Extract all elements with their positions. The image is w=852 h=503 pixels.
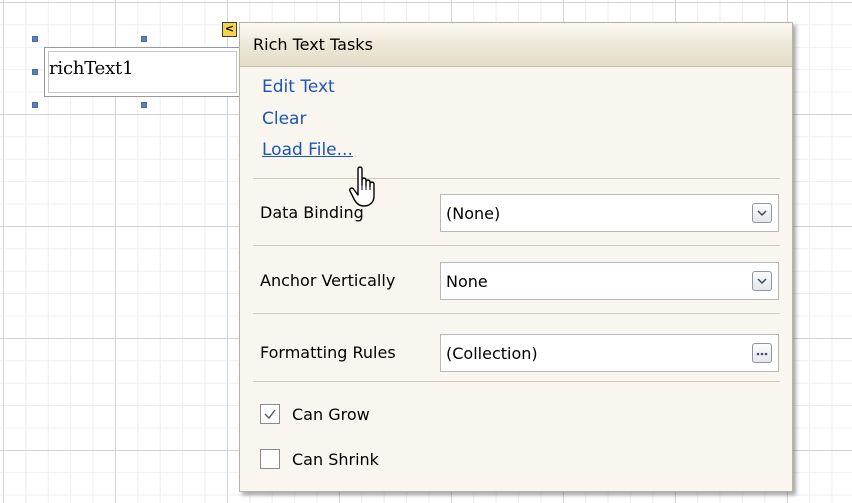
rich-text-tasks-panel: Rich Text Tasks Edit Text Clear Load Fil…: [239, 22, 793, 492]
formatting-rules-value: (Collection): [446, 344, 538, 363]
chevron-down-icon[interactable]: [752, 271, 772, 291]
hand-pointer-cursor-icon: [349, 166, 375, 207]
can-grow-label: Can Grow: [292, 405, 370, 424]
selection-handle-top-middle[interactable]: [141, 36, 147, 42]
data-binding-value: (None): [446, 204, 501, 223]
clear-link[interactable]: Clear: [262, 109, 306, 129]
can-shrink-checkbox[interactable]: [260, 449, 280, 469]
rich-text-control[interactable]: richText1: [44, 47, 241, 97]
can-grow-checkbox[interactable]: [260, 404, 280, 424]
edit-text-link[interactable]: Edit Text: [262, 77, 335, 97]
ellipsis-icon[interactable]: [752, 343, 772, 363]
separator: [253, 245, 780, 246]
separator: [253, 381, 780, 382]
selection-handle-top-left[interactable]: [32, 36, 38, 42]
chevron-down-icon[interactable]: [752, 203, 772, 223]
selection-handle-middle-left[interactable]: [32, 69, 38, 75]
selection-handle-bottom-middle[interactable]: [141, 102, 147, 108]
separator: [253, 313, 780, 314]
formatting-rules-label: Formatting Rules: [260, 343, 396, 362]
anchor-vertically-label: Anchor Vertically: [260, 271, 396, 290]
load-file-link[interactable]: Load File...: [262, 140, 353, 160]
anchor-vertically-value: None: [446, 272, 488, 291]
smart-tag-button[interactable]: <: [222, 22, 237, 37]
rich-text-control-label: richText1: [49, 58, 134, 79]
checkmark-icon: [264, 409, 276, 420]
can-shrink-label: Can Shrink: [292, 450, 379, 469]
data-binding-dropdown[interactable]: (None): [440, 194, 779, 232]
anchor-vertically-dropdown[interactable]: None: [440, 262, 779, 300]
formatting-rules-field[interactable]: (Collection): [440, 334, 779, 372]
panel-title: Rich Text Tasks: [240, 23, 792, 67]
separator: [253, 178, 780, 179]
selection-handle-bottom-left[interactable]: [32, 102, 38, 108]
